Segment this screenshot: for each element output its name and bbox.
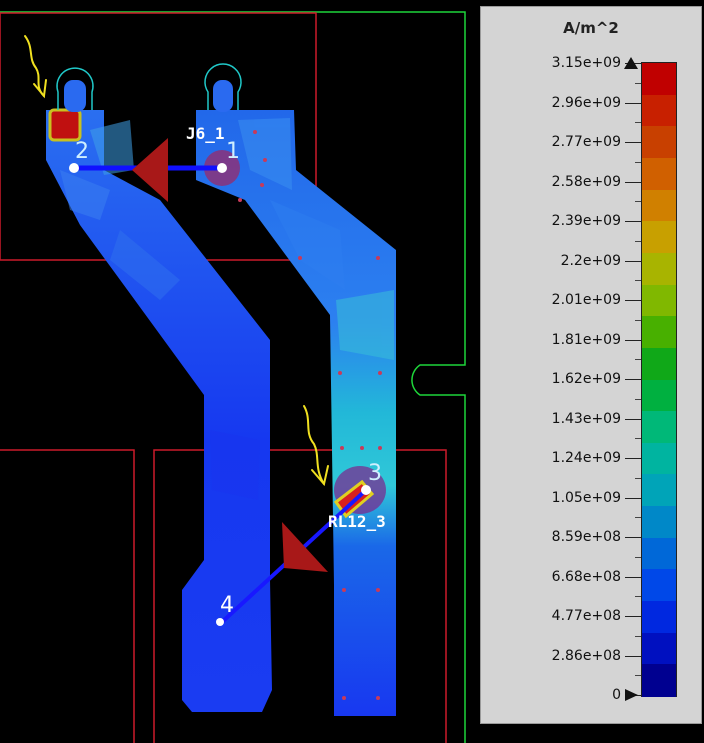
- colorbar-segment: [642, 664, 676, 697]
- colorbar-segment: [642, 221, 676, 254]
- legend-tick-label: 4.77e+08: [551, 608, 621, 624]
- colorbar-segment: [642, 537, 676, 571]
- legend-tick-line: [625, 418, 641, 420]
- legend-tick-label: 2.77e+09: [551, 134, 621, 150]
- legend-minor-tick: [635, 635, 641, 637]
- legend-tick-line: [625, 300, 641, 301]
- colorbar-segment: [642, 189, 676, 223]
- legend-minor-tick: [635, 359, 641, 361]
- max-marker-icon[interactable]: [621, 55, 641, 71]
- legend-tick-label: 2.86e+08: [551, 647, 621, 664]
- legend-tick-label: 0: [612, 687, 621, 703]
- legend-tick-label: 1.81e+09: [551, 331, 621, 348]
- legend-minor-tick: [635, 201, 641, 203]
- colorbar-segment: [642, 442, 676, 476]
- pin-number-3: 3: [368, 461, 382, 486]
- legend-tick-label: 1.05e+09: [551, 489, 621, 506]
- legend-minor-tick: [635, 556, 641, 558]
- legend-tick-line: [625, 221, 641, 222]
- legend-tick-line: [625, 655, 641, 657]
- legend-minor-tick: [635, 82, 641, 84]
- legend-minor-tick: [635, 398, 641, 400]
- legend-tick-line: [625, 576, 641, 578]
- colorbar-segment: [642, 474, 676, 508]
- current-density-plot-viewport[interactable]: 1 2 3 4 J6_1 RL12_3: [0, 0, 470, 743]
- legend-tick-label: 2.58e+09: [551, 173, 621, 190]
- legend-tick-label: 2.01e+09: [551, 292, 621, 308]
- colorbar-segment: [642, 506, 676, 539]
- legend-minor-tick: [635, 675, 641, 677]
- colorbar-segment: [642, 379, 676, 413]
- legend-tick-label: 2.96e+09: [551, 94, 621, 111]
- min-marker-icon[interactable]: [621, 687, 641, 703]
- colorbar-segment: [642, 157, 676, 191]
- pin-number-1: 1: [226, 139, 240, 164]
- pin-number-4: 4: [220, 593, 234, 618]
- colorbar-segment: [642, 252, 676, 286]
- legend-tick-label: 1.24e+09: [551, 450, 621, 466]
- legend-tick-line: [625, 102, 641, 104]
- refdes-j6: J6_1: [186, 124, 225, 143]
- pin-marker-3: [361, 485, 371, 495]
- legend-minor-tick: [635, 240, 641, 242]
- colorbar-segment: [642, 569, 676, 603]
- legend-minor-tick: [635, 477, 641, 479]
- hotspot-pin2: [48, 108, 82, 142]
- colorbar-segment: [642, 411, 676, 444]
- pin-marker-2: [69, 163, 79, 173]
- colorbar-segment: [642, 63, 676, 96]
- legend-tick-line: [625, 537, 641, 538]
- pin-number-2: 2: [75, 139, 89, 164]
- colorbar-segment: [642, 632, 676, 666]
- legend-tick-label: 3.15e+09: [551, 55, 621, 71]
- pin-marker-1: [217, 163, 227, 173]
- legend-tick-label: 6.68e+08: [551, 568, 621, 585]
- legend-tick-line: [625, 497, 641, 499]
- legend-minor-tick: [635, 438, 641, 440]
- legend-tick-label: 1.62e+09: [551, 371, 621, 387]
- pcb-field-plot: 1 2 3 4 J6_1 RL12_3: [0, 11, 466, 743]
- legend-tick-line: [625, 339, 641, 341]
- legend-tick-label: 8.59e+08: [551, 529, 621, 545]
- refdes-rl12: RL12_3: [328, 512, 386, 531]
- legend-minor-tick: [635, 319, 641, 321]
- legend-tick-label: 1.43e+09: [551, 410, 621, 427]
- pad-stub-2: [64, 80, 86, 112]
- colorbar-segment: [642, 94, 676, 128]
- legend-tick-label: 2.2e+09: [560, 252, 621, 269]
- colorbar-segment: [642, 284, 676, 318]
- legend-tick-line: [625, 181, 641, 183]
- colorbar: [641, 62, 677, 697]
- pad-stub-1: [213, 80, 233, 112]
- colorbar-segment: [642, 316, 676, 349]
- legend-minor-tick: [635, 280, 641, 282]
- pin-marker-4: [216, 618, 224, 626]
- legend-minor-tick: [635, 517, 641, 519]
- colorbar-segment: [642, 347, 676, 381]
- color-legend-panel: A/m^2 3.15e+09 2.96e+09 2.77e+09 2.58e+09 2.…: [480, 6, 702, 724]
- legend-minor-tick: [635, 122, 641, 124]
- annotation-arrow-bottom-icon: [303, 405, 329, 487]
- legend-unit-label: A/m^2: [563, 19, 619, 37]
- legend-tick-line: [625, 458, 641, 459]
- legend-minor-tick: [635, 161, 641, 163]
- legend-tick-line: [625, 142, 641, 143]
- legend-tick-line: [625, 616, 641, 617]
- annotation-arrow-top-icon: [24, 35, 47, 99]
- component-outline-left: [0, 449, 135, 743]
- legend-minor-tick: [635, 596, 641, 598]
- legend-tick-label: 2.39e+09: [551, 213, 621, 229]
- legend-tick-line: [625, 260, 641, 262]
- colorbar-segment: [642, 126, 676, 159]
- legend-tick-line: [625, 379, 641, 380]
- colorbar-segment: [642, 601, 676, 634]
